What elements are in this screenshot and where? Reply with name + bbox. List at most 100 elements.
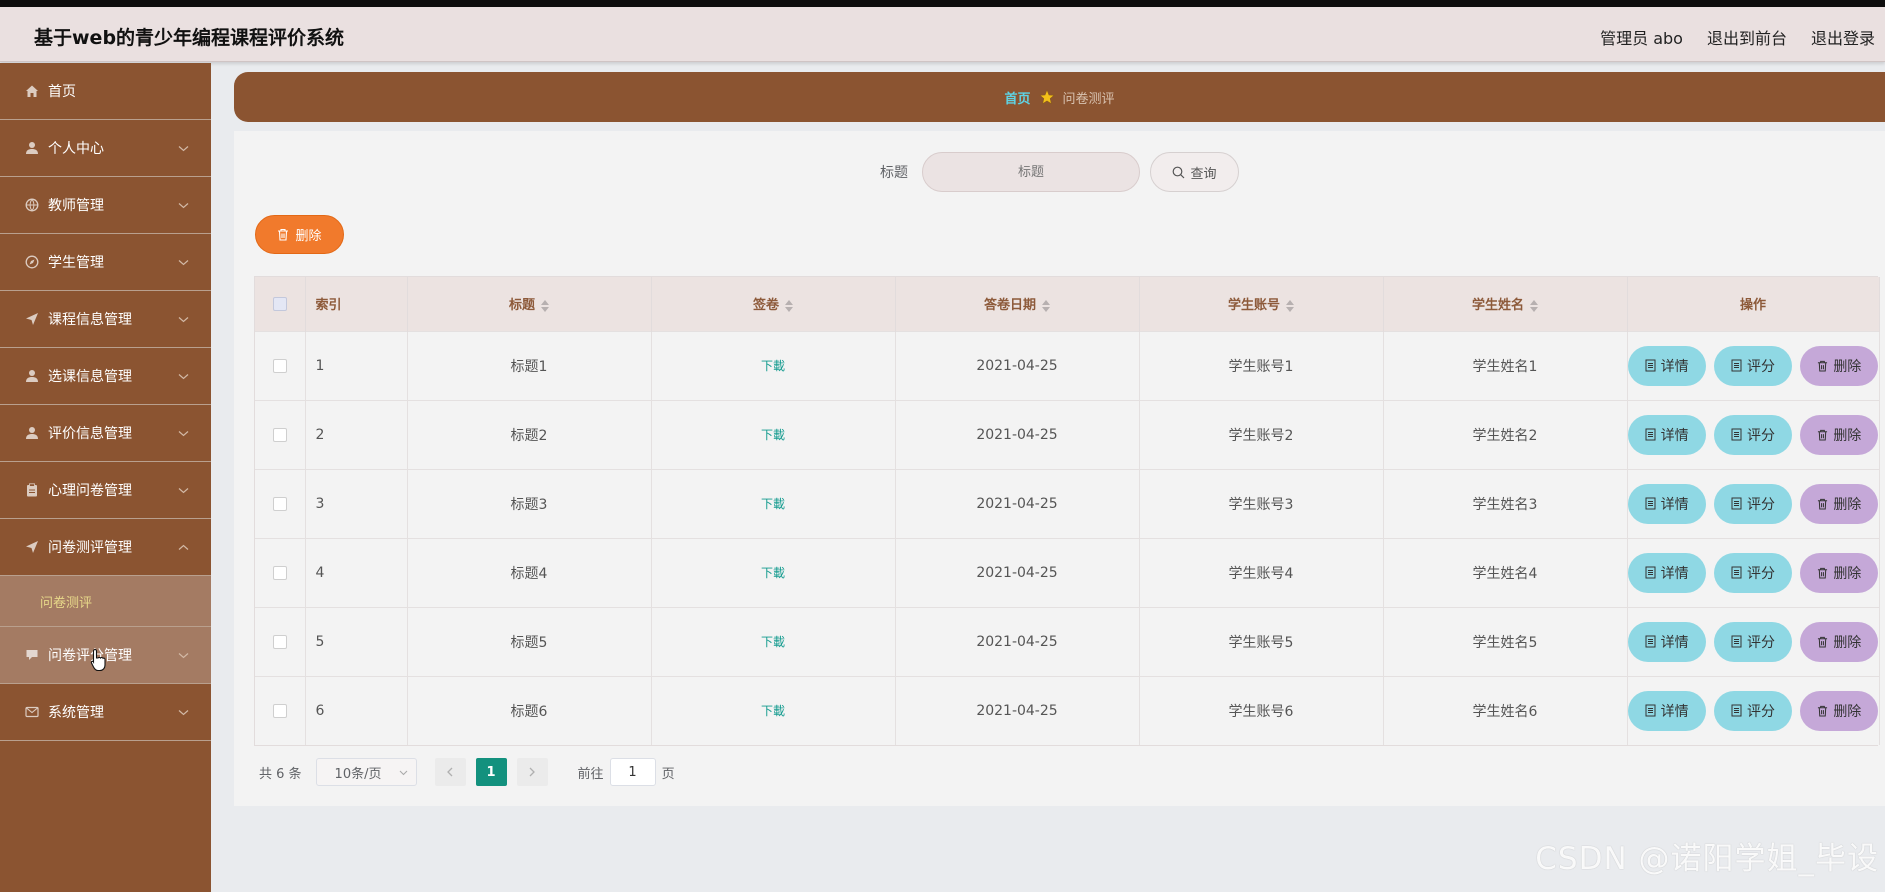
search-label: 标题 bbox=[880, 165, 908, 181]
prev-page-button[interactable] bbox=[434, 758, 466, 786]
cell-title: 标题3 bbox=[407, 468, 652, 538]
front-link[interactable]: 退出到前台 bbox=[1707, 25, 1787, 49]
sidebar-item-label: 首页 bbox=[48, 84, 76, 100]
score-button[interactable]: 评分 bbox=[1713, 345, 1793, 386]
delete-button[interactable]: 删除 bbox=[1800, 345, 1879, 386]
delete-button[interactable]: 删除 bbox=[1800, 552, 1879, 593]
detail-button[interactable]: 详情 bbox=[1627, 345, 1706, 386]
column-header-date[interactable]: 答卷日期 bbox=[895, 277, 1140, 331]
search-bar: 标题 查询 bbox=[234, 152, 1885, 192]
delete-button-label: 删除 bbox=[1833, 427, 1862, 444]
sidebar-item-course-selection[interactable]: 选课信息管理 bbox=[0, 348, 211, 405]
column-header-file[interactable]: 签卷 bbox=[651, 277, 896, 331]
sidebar-subitem-questionnaire-eval[interactable]: 问卷测评 bbox=[0, 576, 211, 627]
document-icon bbox=[1645, 566, 1656, 579]
sidebar-item-label: 学生管理 bbox=[48, 255, 104, 271]
score-button-label: 评分 bbox=[1746, 358, 1775, 375]
breadcrumb-home[interactable]: 首页 bbox=[1004, 88, 1030, 107]
table-row: 4 标题4 下載 2021-04-25 学生账号4 学生姓名4 详情 评分 删除 bbox=[255, 537, 1880, 607]
search-input[interactable] bbox=[922, 152, 1140, 192]
cell-name: 学生姓名2 bbox=[1383, 399, 1628, 469]
sidebar-item-questionnaire-eval[interactable]: 问卷测评管理 bbox=[0, 519, 211, 576]
download-link[interactable]: 下載 bbox=[761, 635, 785, 649]
logout-link[interactable]: 退出登录 bbox=[1811, 25, 1875, 49]
column-header-label: 学生姓名 bbox=[1471, 298, 1524, 314]
sidebar-item-label: 教师管理 bbox=[48, 198, 104, 214]
mail-icon bbox=[24, 705, 39, 720]
batch-delete-button[interactable]: 删除 bbox=[255, 215, 344, 254]
trash-icon bbox=[1818, 705, 1828, 717]
sidebar-item-student-mgmt[interactable]: 学生管理 bbox=[0, 234, 211, 291]
sort-icon[interactable] bbox=[785, 299, 793, 312]
row-checkbox[interactable] bbox=[272, 358, 287, 373]
breadcrumb-current: 问卷测评 bbox=[1062, 91, 1115, 107]
sort-icon[interactable] bbox=[1530, 299, 1538, 312]
detail-button[interactable]: 详情 bbox=[1627, 414, 1706, 455]
cell-file: 下載 bbox=[651, 675, 896, 745]
detail-button-label: 详情 bbox=[1660, 565, 1689, 582]
home-icon bbox=[24, 84, 39, 99]
delete-button[interactable]: 删除 bbox=[1800, 690, 1879, 731]
cell-title: 标题1 bbox=[407, 330, 652, 400]
chevron-down-icon bbox=[399, 770, 407, 775]
sidebar-item-teacher-mgmt[interactable]: 教师管理 bbox=[0, 177, 211, 234]
delete-button[interactable]: 删除 bbox=[1800, 414, 1879, 455]
delete-button[interactable]: 删除 bbox=[1800, 621, 1879, 662]
score-button[interactable]: 评分 bbox=[1713, 690, 1793, 731]
sort-icon[interactable] bbox=[541, 299, 549, 312]
mouse-cursor-icon bbox=[90, 648, 106, 672]
detail-button-label: 详情 bbox=[1660, 496, 1689, 513]
column-header-title[interactable]: 标题 bbox=[407, 277, 652, 331]
cell-name: 学生姓名1 bbox=[1383, 330, 1628, 400]
chevron-right-icon bbox=[529, 767, 535, 777]
download-link[interactable]: 下載 bbox=[761, 497, 785, 511]
sidebar-item-label: 选课信息管理 bbox=[48, 369, 132, 385]
row-checkbox[interactable] bbox=[272, 427, 287, 442]
cell-index: 5 bbox=[305, 606, 408, 676]
score-button[interactable]: 评分 bbox=[1713, 621, 1793, 662]
download-link[interactable]: 下載 bbox=[761, 359, 785, 373]
download-link[interactable]: 下載 bbox=[761, 428, 785, 442]
pagination: 共 6 条 10条/页 1 前往 页 bbox=[259, 758, 675, 786]
row-checkbox[interactable] bbox=[272, 703, 287, 718]
score-button[interactable]: 评分 bbox=[1713, 414, 1793, 455]
user-name-link[interactable]: 管理员 abo bbox=[1600, 25, 1683, 49]
table-row: 5 标题5 下載 2021-04-25 学生账号5 学生姓名5 详情 评分 删除 bbox=[255, 606, 1880, 676]
next-page-button[interactable] bbox=[516, 758, 548, 786]
score-button[interactable]: 评分 bbox=[1713, 552, 1793, 593]
sidebar-item-course-info[interactable]: 课程信息管理 bbox=[0, 291, 211, 348]
detail-button[interactable]: 详情 bbox=[1627, 552, 1706, 593]
sidebar-item-label: 个人中心 bbox=[48, 141, 104, 157]
detail-button[interactable]: 详情 bbox=[1627, 483, 1706, 524]
sidebar-item-personal-center[interactable]: 个人中心 bbox=[0, 120, 211, 177]
total-count: 共 6 条 bbox=[259, 766, 302, 782]
sidebar-item-system-mgmt[interactable]: 系统管理 bbox=[0, 684, 211, 741]
column-header-account[interactable]: 学生账号 bbox=[1139, 277, 1384, 331]
row-checkbox[interactable] bbox=[272, 496, 287, 511]
column-header-name[interactable]: 学生姓名 bbox=[1383, 277, 1628, 331]
score-button-label: 评分 bbox=[1746, 496, 1775, 513]
page-size-select[interactable]: 10条/页 bbox=[315, 758, 417, 786]
row-checkbox[interactable] bbox=[272, 565, 287, 580]
search-button[interactable]: 查询 bbox=[1150, 152, 1239, 192]
score-button[interactable]: 评分 bbox=[1713, 483, 1793, 524]
download-link[interactable]: 下載 bbox=[761, 704, 785, 718]
jump-suffix: 页 bbox=[661, 766, 675, 782]
cell-index: 2 bbox=[305, 399, 408, 469]
row-checkbox[interactable] bbox=[272, 634, 287, 649]
document-icon bbox=[1645, 497, 1656, 510]
delete-button[interactable]: 删除 bbox=[1800, 483, 1879, 524]
page-jump-input[interactable] bbox=[609, 758, 656, 786]
column-header-label: 签卷 bbox=[752, 298, 779, 314]
sort-icon[interactable] bbox=[1286, 299, 1294, 312]
sidebar-item-psych-questionnaire[interactable]: 心理问卷管理 bbox=[0, 462, 211, 519]
sort-icon[interactable] bbox=[1042, 299, 1050, 312]
sidebar-item-evaluation-info[interactable]: 评价信息管理 bbox=[0, 405, 211, 462]
sidebar-item-home[interactable]: 首页 bbox=[0, 63, 211, 120]
page-number-current[interactable]: 1 bbox=[475, 758, 507, 786]
download-link[interactable]: 下載 bbox=[761, 566, 785, 580]
detail-button[interactable]: 详情 bbox=[1627, 621, 1706, 662]
select-all-checkbox[interactable] bbox=[272, 296, 287, 311]
detail-button[interactable]: 详情 bbox=[1627, 690, 1706, 731]
document-icon bbox=[1731, 566, 1742, 579]
